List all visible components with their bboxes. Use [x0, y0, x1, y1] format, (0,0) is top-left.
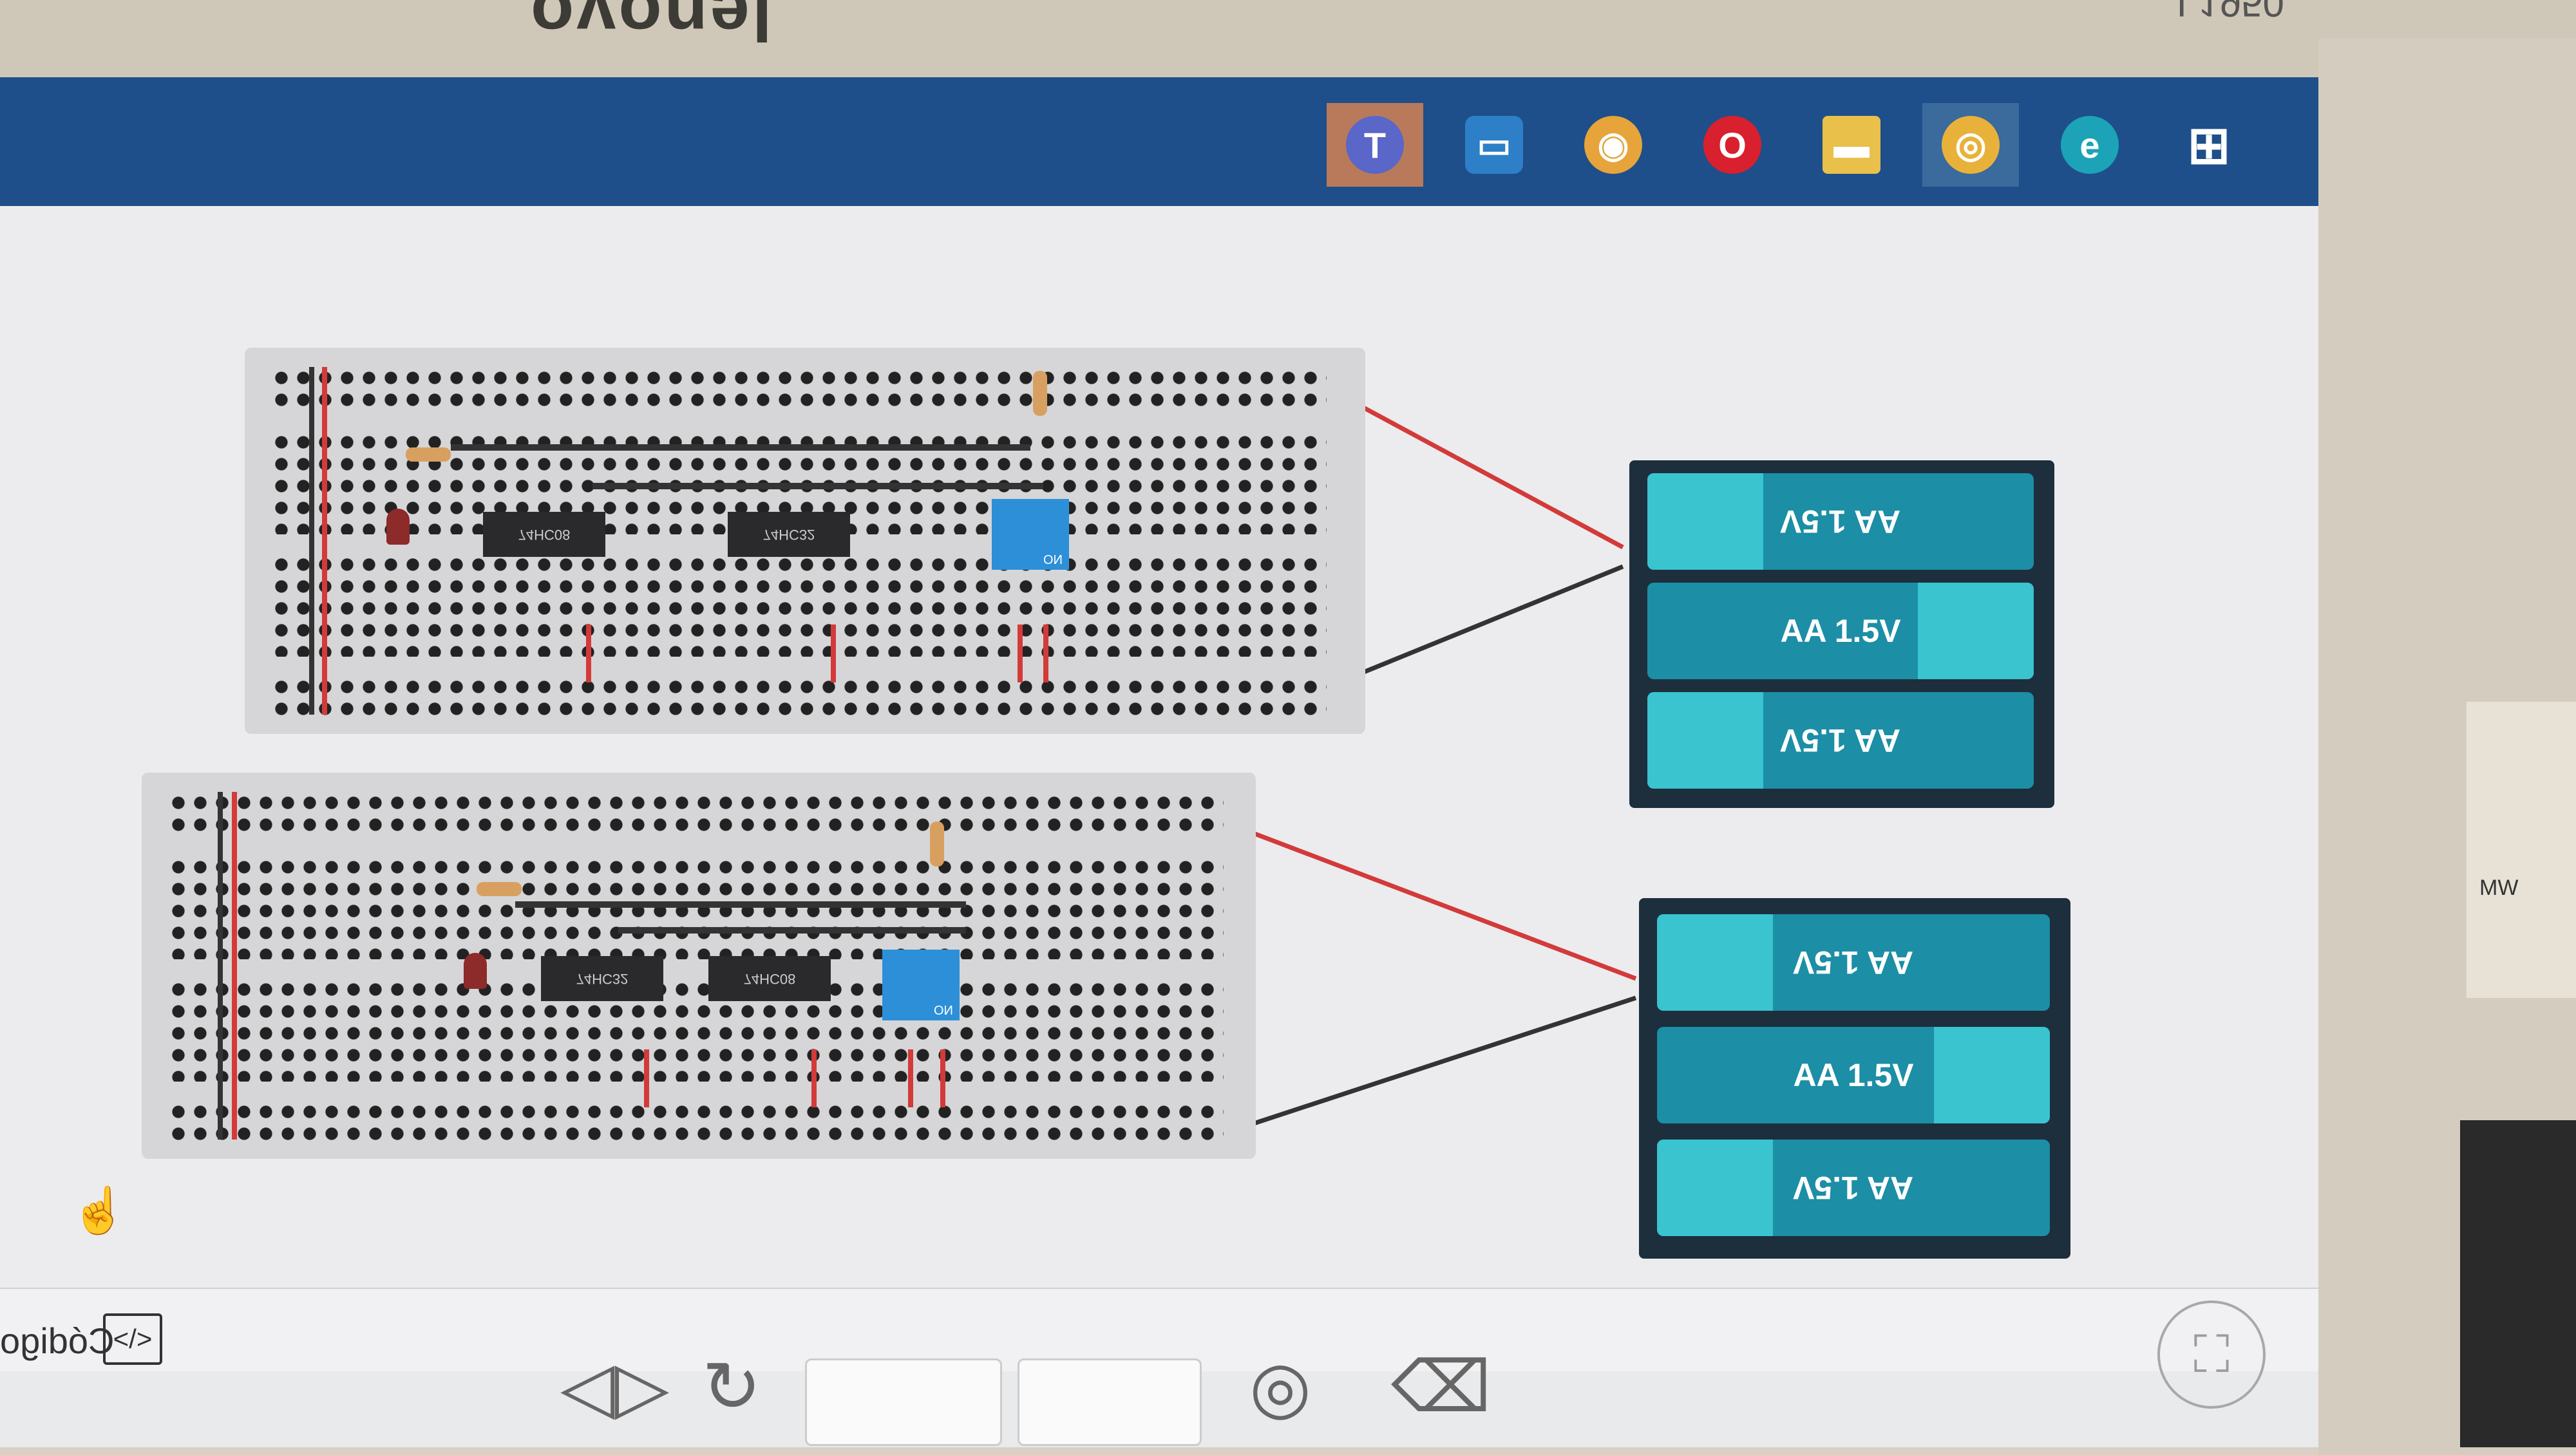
breadboard-2[interactable]: 74HC32 74HC08 ON: [142, 773, 1256, 1159]
opera-icon[interactable]: O: [1684, 103, 1781, 187]
red-jumper[interactable]: [940, 1049, 945, 1107]
battery-cell[interactable]: AA 1.5V: [1657, 914, 2050, 1011]
sticker-label: MW: [2479, 876, 2519, 900]
code-icon[interactable]: </>: [103, 1313, 162, 1365]
wire[interactable]: [592, 483, 1043, 489]
dip-switch[interactable]: ON: [882, 950, 960, 1020]
fullscreen-icon[interactable]: ⛶: [2157, 1300, 2266, 1409]
camera-icon[interactable]: ◎: [1249, 1346, 1311, 1428]
power-rail-bottom: [270, 676, 1327, 721]
battery-cell[interactable]: AA 1.5V: [1647, 583, 2034, 679]
power-rail-bottom: [167, 1101, 1224, 1146]
chrome-canary-icon[interactable]: ◉: [1565, 103, 1662, 187]
red-jumper[interactable]: [811, 1049, 817, 1107]
delete-icon[interactable]: ⌫: [1391, 1346, 1492, 1428]
code-label[interactable]: Código: [0, 1320, 114, 1362]
chip[interactable]: 74HC32: [728, 512, 850, 557]
chrome-icon[interactable]: ◎: [1922, 103, 2019, 187]
breadboard-1[interactable]: 74HC08 74HC32 ON: [245, 348, 1365, 734]
battery-pack-1[interactable]: AA 1.5V AA 1.5V AA 1.5V: [1629, 460, 2054, 808]
black-jumper[interactable]: [309, 367, 314, 715]
red-jumper[interactable]: [908, 1049, 913, 1107]
wire[interactable]: [451, 444, 1030, 451]
terminal-strip-top: [167, 856, 1224, 959]
windows-start-icon[interactable]: ⊞: [2161, 103, 2257, 187]
desk-background: [2460, 1120, 2576, 1447]
terminal-strip-bottom: [270, 554, 1327, 657]
wire-color-picker[interactable]: [805, 1358, 1002, 1446]
power-rail-top: [167, 792, 1224, 837]
chip[interactable]: 74HC08: [708, 956, 831, 1001]
tv-app-icon[interactable]: ▭: [1446, 103, 1542, 187]
edge-icon[interactable]: e: [2041, 103, 2138, 187]
red-jumper[interactable]: [1043, 624, 1048, 682]
red-jumper[interactable]: [586, 624, 591, 682]
red-jumper[interactable]: [322, 367, 327, 715]
monitor-model: L1950: [2177, 0, 2284, 24]
resistor[interactable]: [406, 447, 451, 462]
battery-pack-2[interactable]: AA 1.5V AA 1.5V AA 1.5V: [1639, 898, 2070, 1259]
terminal-strip-bottom: [167, 979, 1224, 1082]
black-jumper[interactable]: [218, 792, 223, 1140]
resistor[interactable]: [477, 882, 522, 896]
resistor[interactable]: [930, 821, 944, 867]
red-jumper[interactable]: [644, 1049, 649, 1107]
dip-switch[interactable]: ON: [992, 499, 1069, 570]
red-jumper[interactable]: [1018, 624, 1023, 682]
rotate-icon[interactable]: ↻: [702, 1346, 761, 1428]
resistor[interactable]: [1033, 371, 1047, 416]
monitor-brand: lenovo: [528, 0, 772, 55]
chip[interactable]: 74HC08: [483, 512, 605, 557]
circuit-canvas[interactable]: 74HC08 74HC32 ON 74HC32 74HC08 ON AA 1.5…: [0, 206, 2318, 1365]
chip[interactable]: 74HC32: [541, 956, 663, 1001]
red-jumper[interactable]: [831, 624, 836, 682]
mirror-icon[interactable]: ◁▷: [560, 1346, 669, 1428]
wire[interactable]: [618, 927, 966, 934]
teams-icon[interactable]: T: [1327, 103, 1423, 187]
component-color-picker[interactable]: [1018, 1358, 1202, 1446]
led[interactable]: [386, 509, 410, 545]
screen: T ▭ ◉ O ▬ ◎ e ⊞ 74HC08 74HC32 ON 74HC32 …: [0, 77, 2318, 1447]
led[interactable]: [464, 953, 487, 989]
red-jumper[interactable]: [232, 792, 237, 1140]
battery-cell[interactable]: AA 1.5V: [1647, 692, 2034, 789]
battery-cell[interactable]: AA 1.5V: [1657, 1140, 2050, 1236]
battery-cell[interactable]: AA 1.5V: [1647, 473, 2034, 570]
taskbar: T ▭ ◉ O ▬ ◎ e ⊞: [0, 77, 2318, 206]
sticker: [2467, 702, 2576, 998]
battery-cell[interactable]: AA 1.5V: [1657, 1027, 2050, 1123]
wire[interactable]: [515, 901, 966, 908]
folder-icon[interactable]: ▬: [1803, 103, 1900, 187]
mouse-cursor-icon: ☝: [71, 1185, 128, 1235]
power-rail-top: [270, 367, 1327, 412]
